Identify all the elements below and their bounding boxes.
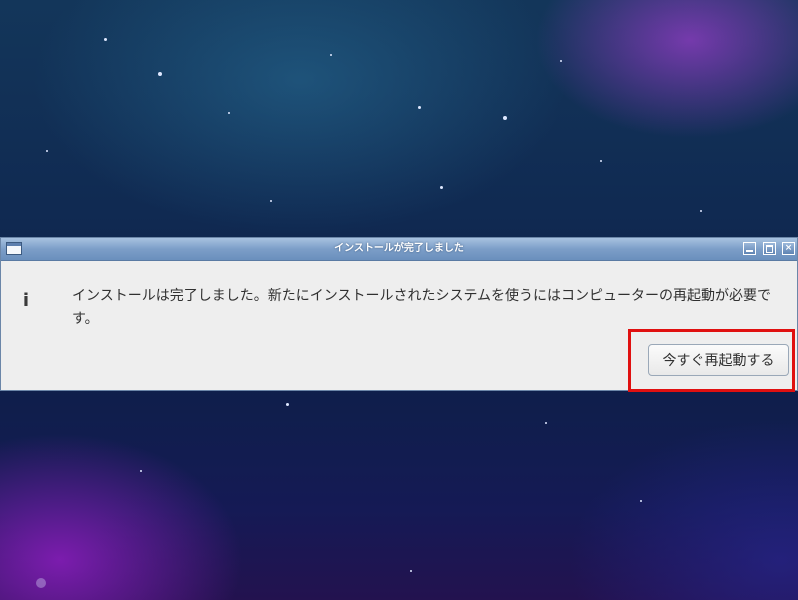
- star: [140, 470, 142, 472]
- star: [270, 200, 272, 202]
- install-complete-dialog: インストールが完了しました × i インストールは完了しました。新たにインストー…: [0, 237, 798, 391]
- info-icon: i: [22, 290, 30, 311]
- star: [418, 106, 421, 109]
- star: [700, 210, 702, 212]
- star: [503, 116, 507, 120]
- star: [640, 500, 642, 502]
- restart-now-button[interactable]: 今すぐ再起動する: [648, 344, 789, 376]
- dialog-titlebar[interactable]: インストールが完了しました ×: [1, 238, 797, 261]
- star: [600, 160, 602, 162]
- desktop-background: インストールが完了しました × i インストールは完了しました。新たにインストー…: [0, 0, 798, 600]
- maximize-icon[interactable]: [763, 242, 776, 255]
- close-icon[interactable]: ×: [782, 242, 795, 255]
- star: [560, 60, 562, 62]
- star: [440, 186, 443, 189]
- minimize-icon[interactable]: [743, 242, 756, 255]
- star: [545, 422, 547, 424]
- star: [286, 403, 289, 406]
- star: [410, 570, 412, 572]
- star: [104, 38, 107, 41]
- dialog-message: インストールは完了しました。新たにインストールされたシステムを使うにはコンピュー…: [72, 288, 772, 327]
- star: [46, 150, 48, 152]
- star: [158, 72, 162, 76]
- star: [330, 54, 332, 56]
- star: [228, 112, 230, 114]
- dialog-title: インストールが完了しました: [334, 243, 464, 254]
- star: [36, 578, 46, 588]
